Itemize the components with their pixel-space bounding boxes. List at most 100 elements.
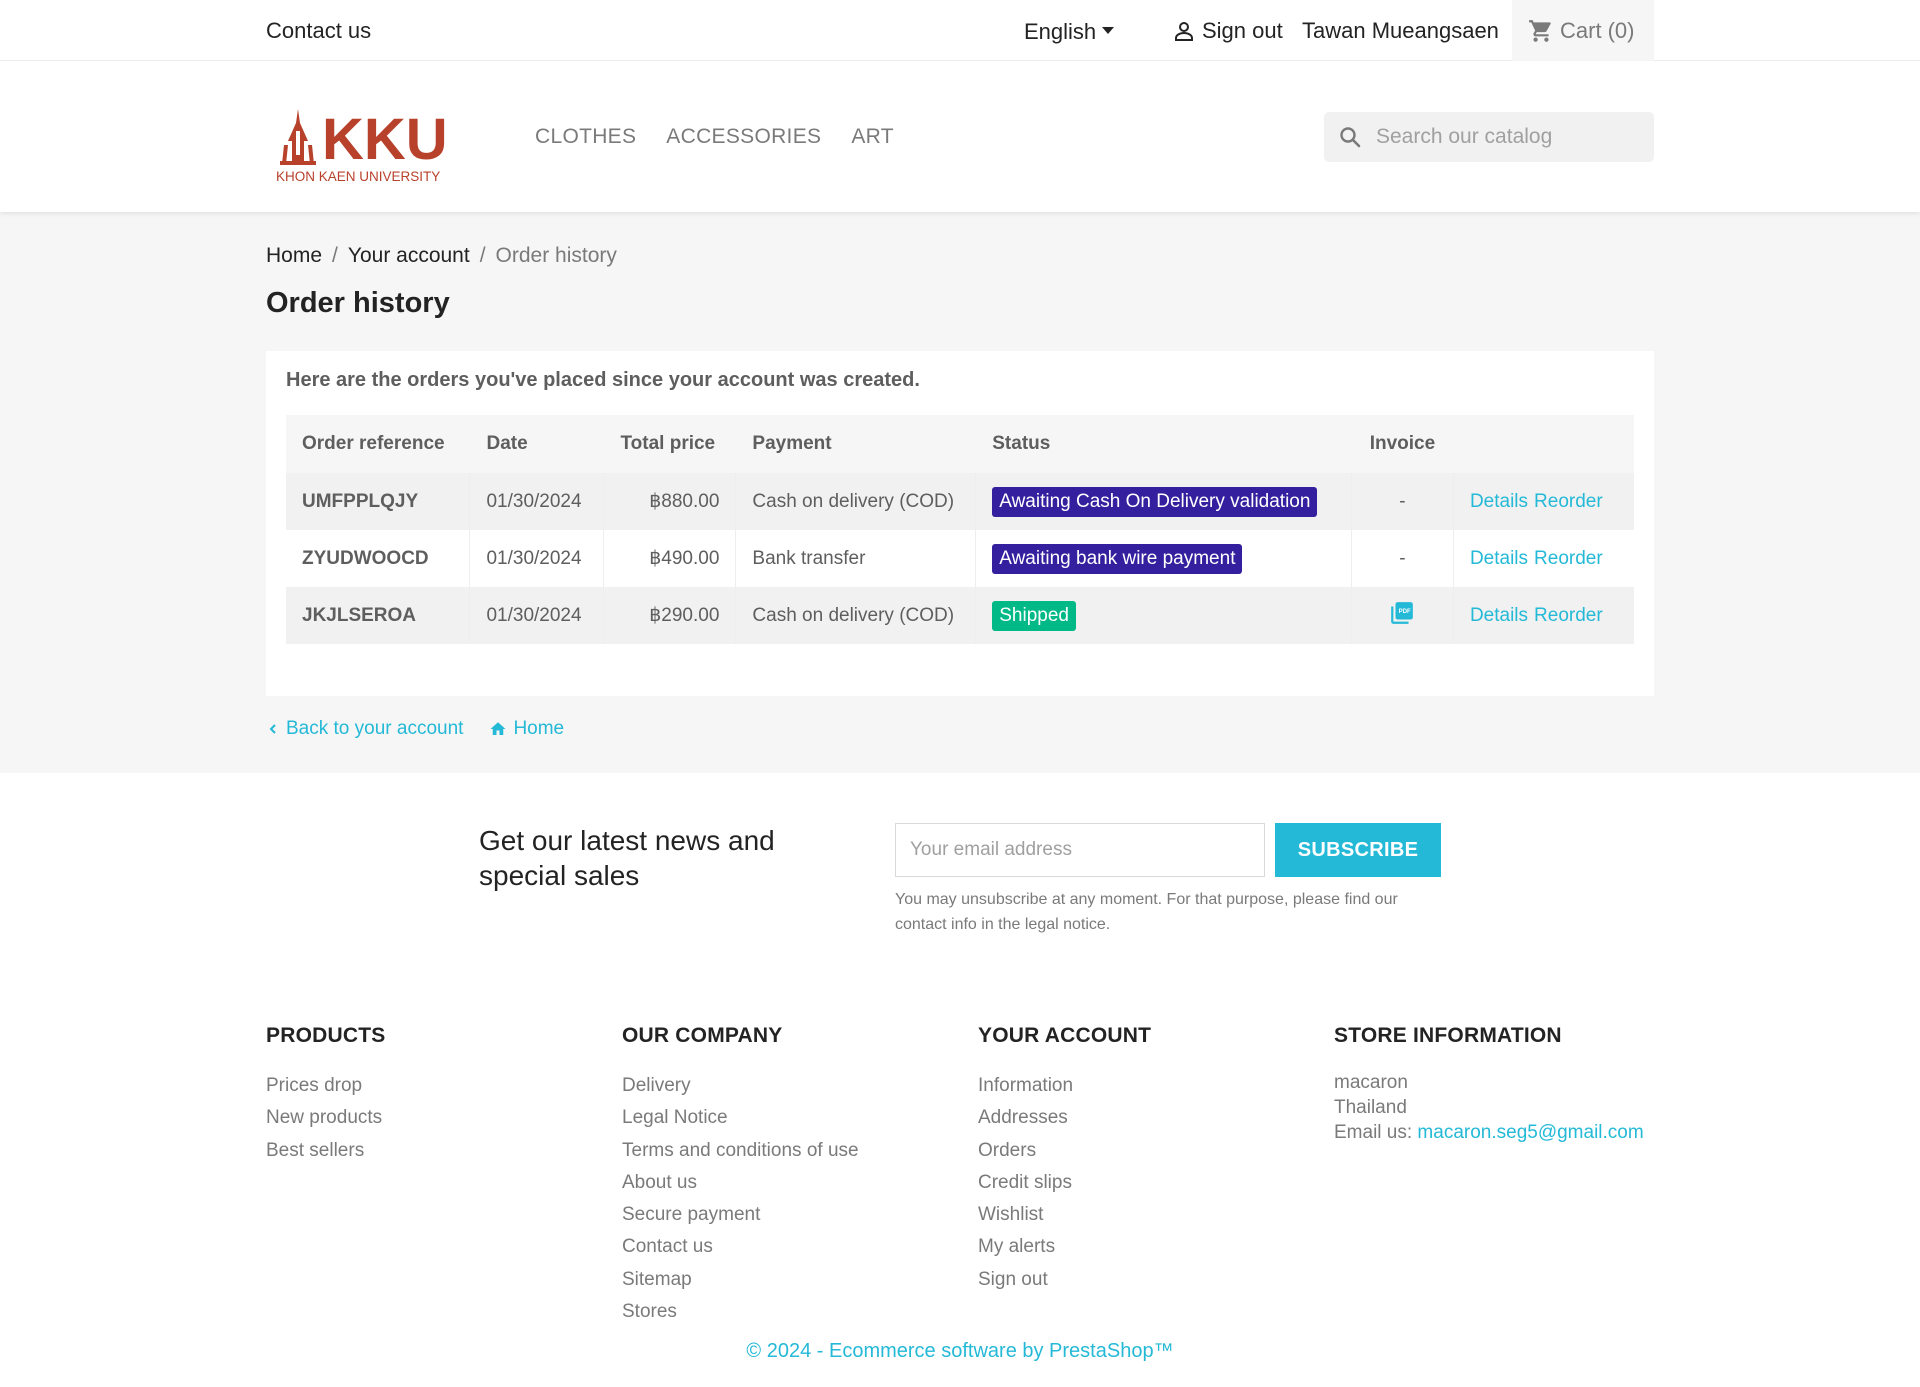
footer-link[interactable]: Stores <box>622 1296 859 1328</box>
details-link[interactable]: Details <box>1470 605 1528 626</box>
footer-link[interactable]: Prices drop <box>266 1070 385 1102</box>
footer-link[interactable]: Wishlist <box>978 1199 1151 1231</box>
column-header: Status <box>975 415 1352 473</box>
table-row: ZYUDWOOCD 01/30/2024 ฿490.00 Bank transf… <box>286 530 1634 587</box>
order-actions: Details Reorder <box>1453 530 1634 587</box>
footer-link[interactable]: Terms and conditions of use <box>622 1135 859 1167</box>
logo-subtext: KHON KAEN UNIVERSITY <box>276 169 440 183</box>
page-footer-links: Back to your account Home <box>266 718 564 740</box>
column-header <box>1453 415 1635 473</box>
pdf-icon[interactable]: PDF <box>1389 601 1415 631</box>
order-invoice: - <box>1351 530 1454 587</box>
home-link[interactable]: Home <box>489 718 564 740</box>
breadcrumb-separator: / <box>479 244 486 267</box>
footer-store-info: STORE INFORMATION macaron Thailand Email… <box>1334 1024 1644 1145</box>
column-header: Total price <box>603 415 737 473</box>
reorder-link[interactable]: Reorder <box>1534 491 1603 512</box>
order-reference: ZYUDWOOCD <box>286 530 471 587</box>
home-label: Home <box>513 718 565 739</box>
email-label: Email us: <box>1334 1122 1413 1143</box>
footer-heading: PRODUCTS <box>266 1024 386 1047</box>
store-email-link[interactable]: macaron.seg5@gmail.com <box>1417 1122 1643 1143</box>
footer-link[interactable]: Sign out <box>978 1264 1151 1296</box>
column-header: Payment <box>735 415 977 473</box>
footer-heading: STORE INFORMATION <box>1334 1024 1562 1047</box>
breadcrumb-your-account[interactable]: Your account <box>348 244 470 268</box>
cart-button[interactable]: Cart (0) <box>1512 0 1654 61</box>
details-link[interactable]: Details <box>1470 491 1528 512</box>
footer-heading: YOUR ACCOUNT <box>978 1024 1152 1047</box>
search-box <box>1324 112 1654 162</box>
back-to-account-label: Back to your account <box>286 718 464 739</box>
orders-card: Here are the orders you've placed since … <box>266 351 1654 696</box>
footer-link[interactable]: Sitemap <box>622 1264 859 1296</box>
footer-link[interactable]: Delivery <box>622 1070 859 1102</box>
breadcrumb-home[interactable]: Home <box>266 244 322 268</box>
status-badge: Awaiting Cash On Delivery validation <box>992 486 1318 517</box>
sign-out-label: Sign out <box>1202 18 1283 43</box>
footer-link[interactable]: Orders <box>978 1135 1151 1167</box>
language-selector[interactable]: English <box>1024 19 1115 45</box>
cart-icon <box>1529 19 1551 42</box>
back-to-account-link[interactable]: Back to your account <box>266 718 463 740</box>
newsletter-title: Get our latest news and special sales <box>479 825 775 891</box>
newsletter-email-input[interactable] <box>895 823 1265 877</box>
table-header-row: Order reference Date Total price Payment… <box>286 415 1635 473</box>
order-date: 01/30/2024 <box>469 587 605 644</box>
sign-out-link[interactable]: Sign out <box>1172 18 1283 44</box>
footer-link[interactable]: New products <box>266 1102 385 1134</box>
search-icon[interactable] <box>1338 125 1362 149</box>
column-header: Date <box>469 415 605 473</box>
language-label: English <box>1024 19 1097 44</box>
order-reference: JKJLSEROA <box>286 587 471 644</box>
main-menu: CLOTHES ACCESSORIES ART <box>535 125 894 149</box>
footer-link[interactable]: About us <box>622 1167 859 1199</box>
footer-link[interactable]: Best sellers <box>266 1135 385 1167</box>
search-input[interactable] <box>1376 125 1636 149</box>
order-invoice: PDF <box>1351 587 1454 644</box>
menu-item-art[interactable]: ART <box>851 125 894 149</box>
footer-products: PRODUCTS Prices drop New products Best s… <box>266 1024 385 1167</box>
footer-link[interactable]: Credit slips <box>978 1167 1151 1199</box>
order-total: ฿490.00 <box>603 530 737 587</box>
footer-link[interactable]: Legal Notice <box>622 1102 859 1134</box>
copyright-link[interactable]: © 2024 - Ecommerce software by PrestaSho… <box>0 1340 1920 1363</box>
order-total: ฿880.00 <box>603 473 737 530</box>
column-header: Order reference <box>286 415 471 473</box>
contact-us-link[interactable]: Contact us <box>266 18 371 44</box>
order-actions: Details Reorder <box>1453 473 1634 530</box>
footer-account: YOUR ACCOUNT Information Addresses Order… <box>978 1024 1151 1296</box>
home-icon <box>490 722 506 735</box>
table-row: JKJLSEROA 01/30/2024 ฿290.00 Cash on del… <box>286 587 1634 644</box>
newsletter-note: You may unsubscribe at any moment. For t… <box>895 891 1398 933</box>
column-header: Invoice <box>1351 415 1454 473</box>
order-payment: Cash on delivery (COD) <box>735 587 977 644</box>
footer-link[interactable]: Contact us <box>622 1231 859 1263</box>
menu-item-accessories[interactable]: ACCESSORIES <box>666 125 821 149</box>
footer-link[interactable]: My alerts <box>978 1231 1151 1263</box>
details-link[interactable]: Details <box>1470 548 1528 569</box>
footer-company: OUR COMPANY Delivery Legal Notice Terms … <box>622 1024 859 1328</box>
table-row: UMFPPLQJY 01/30/2024 ฿880.00 Cash on del… <box>286 473 1634 530</box>
order-invoice: - <box>1351 473 1454 530</box>
footer-link[interactable]: Secure payment <box>622 1199 859 1231</box>
order-status-cell: Awaiting Cash On Delivery validation <box>975 473 1352 530</box>
status-badge: Awaiting bank wire payment <box>992 543 1243 574</box>
reorder-link[interactable]: Reorder <box>1534 605 1603 626</box>
status-badge: Shipped <box>992 600 1076 631</box>
account-name-link[interactable]: Tawan Mueangsaen <box>1302 18 1499 44</box>
menu-item-clothes[interactable]: CLOTHES <box>535 125 636 149</box>
reorder-link[interactable]: Reorder <box>1534 548 1603 569</box>
footer-link[interactable]: Addresses <box>978 1102 1151 1134</box>
order-date: 01/30/2024 <box>469 473 605 530</box>
cart-label: Cart <box>1560 17 1602 43</box>
kku-logo[interactable]: KKU KHON KAEN UNIVERSITY <box>274 101 462 184</box>
order-actions: Details Reorder <box>1453 587 1634 644</box>
order-payment: Bank transfer <box>735 530 977 587</box>
breadcrumb-current: Order history <box>495 244 617 267</box>
subscribe-button[interactable]: SUBSCRIBE <box>1275 823 1441 877</box>
footer-link[interactable]: Information <box>978 1070 1151 1102</box>
order-total: ฿290.00 <box>603 587 737 644</box>
order-date: 01/30/2024 <box>469 530 605 587</box>
caret-down-icon <box>1102 26 1115 34</box>
